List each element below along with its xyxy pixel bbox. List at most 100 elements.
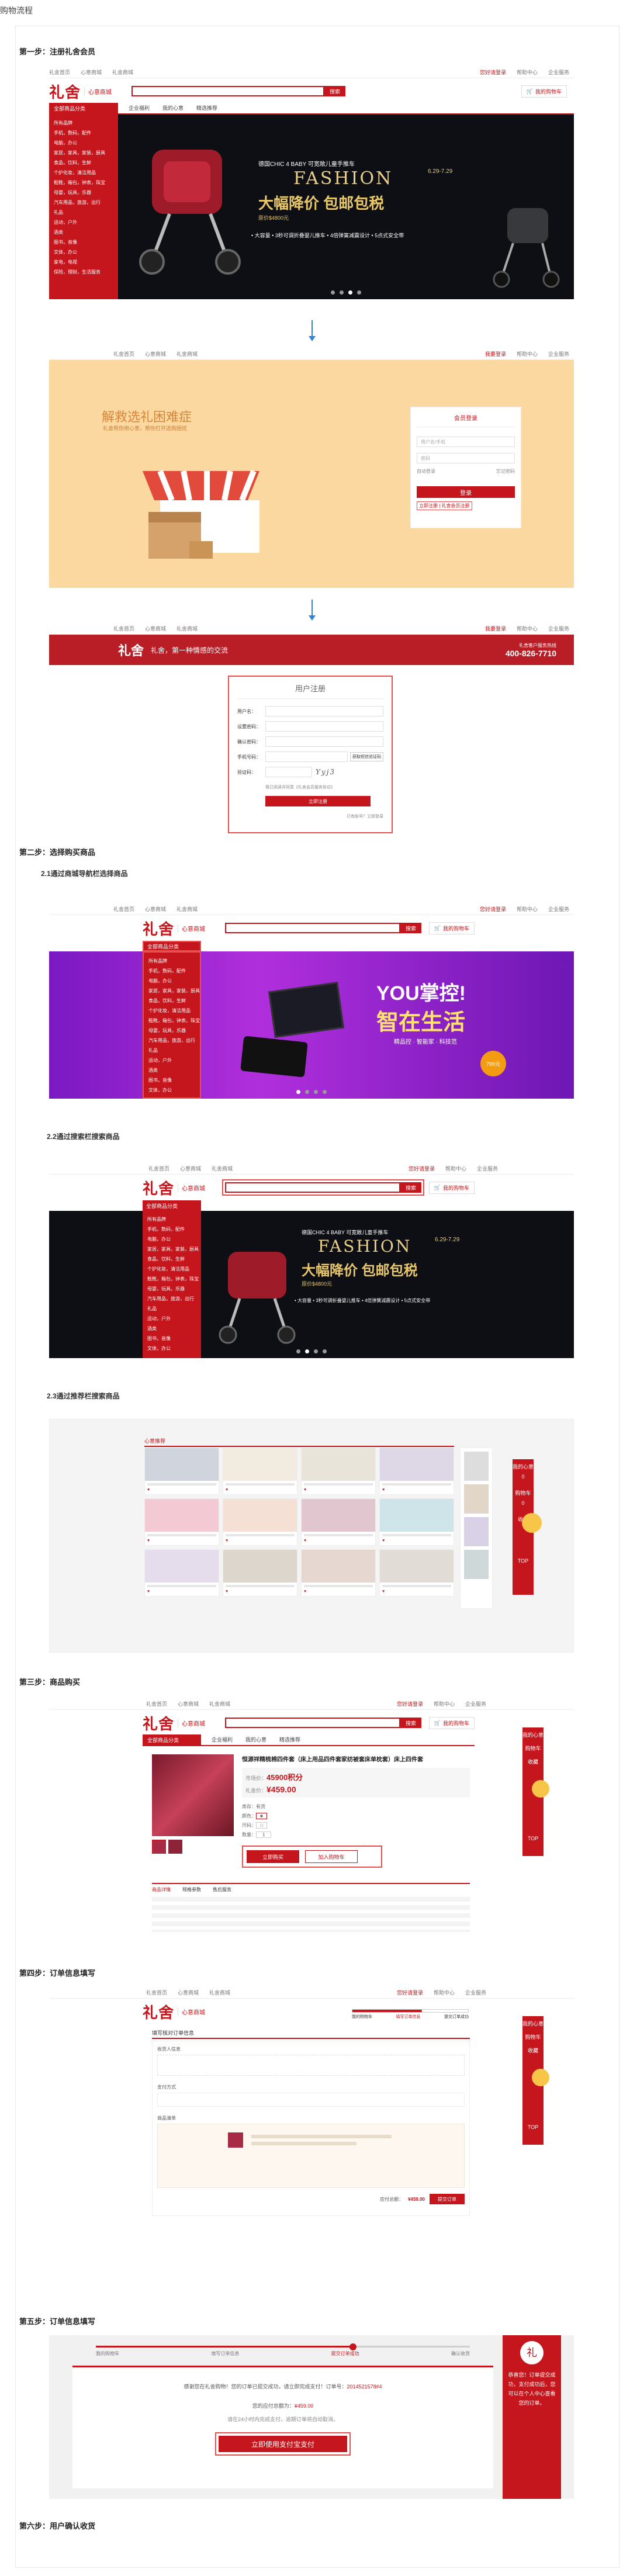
category-item[interactable]: 运动，户外 <box>54 217 118 227</box>
category-item[interactable]: 鞋靴，箱包，钟表，珠宝 <box>148 1016 200 1026</box>
product-card[interactable]: ♥ <box>301 1549 376 1597</box>
sidebar-favorites[interactable]: 收藏 <box>522 2047 544 2054</box>
product-card[interactable]: ♥ <box>301 1448 376 1495</box>
product-image[interactable] <box>223 1448 297 1481</box>
captcha-field[interactable] <box>265 767 312 777</box>
remember-checkbox[interactable]: 自动登录 <box>417 468 435 475</box>
buy-now-button[interactable]: 立即购买 <box>247 1850 299 1863</box>
sidebar-top[interactable]: TOP <box>522 1836 544 1841</box>
login-link[interactable]: 我要登录 <box>485 625 506 632</box>
topbar-link[interactable]: 企业服务 <box>465 1700 486 1708</box>
product-thumbnail[interactable] <box>168 1840 182 1854</box>
search-button[interactable]: 搜索 <box>324 86 346 96</box>
register-submit-button[interactable]: 立即注册 <box>265 796 371 806</box>
favorite-icon[interactable]: ♥ <box>145 1539 219 1545</box>
product-card[interactable]: ♥ <box>379 1448 454 1495</box>
topbar-link[interactable]: 企业服务 <box>465 1989 486 1996</box>
sidebar-my-gift[interactable]: 我的心意 <box>513 1463 534 1470</box>
to-login-link[interactable]: 已有账号？立即登录 <box>237 813 383 819</box>
password-field[interactable] <box>265 721 383 732</box>
product-card[interactable]: ♥ <box>301 1498 376 1546</box>
category-item[interactable]: 文体，办公 <box>54 247 118 257</box>
search-button[interactable]: 搜索 <box>400 1718 422 1728</box>
search-input[interactable] <box>225 1182 401 1193</box>
topbar-link[interactable]: 帮助中心 <box>434 1700 455 1708</box>
product-image[interactable] <box>302 1499 375 1532</box>
site-logo[interactable]: 礼舍 <box>49 81 81 102</box>
category-menu-toggle[interactable]: 全部商品分类 <box>49 103 118 113</box>
topbar-link[interactable]: 心意商城 <box>81 68 102 76</box>
category-item[interactable]: 汽车用品，旅游，出行 <box>147 1294 201 1304</box>
product-image[interactable] <box>380 1448 454 1481</box>
nav-item[interactable]: 企业福利 <box>212 1736 233 1743</box>
sidebar-top[interactable]: TOP <box>522 2124 544 2130</box>
username-input[interactable]: 用户名/手机 <box>417 437 515 447</box>
side-product-image[interactable] <box>464 1517 489 1546</box>
category-item[interactable]: 电脑，办公 <box>147 1234 201 1244</box>
site-logo[interactable]: 礼舍 <box>143 1712 174 1734</box>
topbar-link[interactable]: 帮助中心 <box>434 1989 455 1996</box>
category-item[interactable]: 图书，音像 <box>148 1075 200 1085</box>
category-item[interactable]: 酒类 <box>148 1065 200 1075</box>
topbar-link[interactable]: 礼舍商城 <box>176 905 198 913</box>
product-card[interactable]: ♥ <box>223 1498 297 1546</box>
category-item[interactable]: 母婴，玩具，乐器 <box>147 1284 201 1294</box>
cart-button[interactable]: 🛒 我的购物车 <box>521 85 567 98</box>
cart-button[interactable]: 🛒 我的购物车 <box>428 922 475 934</box>
category-item[interactable]: 汽车用品，旅游，出行 <box>54 198 118 207</box>
category-item[interactable]: 礼品 <box>147 1304 201 1314</box>
site-logo[interactable]: 礼舍 <box>143 2001 174 2023</box>
search-button[interactable]: 搜索 <box>400 923 422 933</box>
category-item[interactable]: 图书，音像 <box>54 237 118 247</box>
side-product-image[interactable] <box>464 1550 489 1579</box>
cart-button[interactable]: 🛒 我的购物车 <box>428 1181 475 1194</box>
phone-field[interactable] <box>265 752 348 762</box>
tab-service[interactable]: 售后服务 <box>213 1886 231 1893</box>
add-cart-button[interactable]: 加入购物车 <box>305 1850 358 1863</box>
tab-details[interactable]: 商品详情 <box>152 1886 171 1893</box>
site-logo[interactable]: 礼舍 <box>143 1177 174 1199</box>
search-button[interactable]: 搜索 <box>400 1182 422 1193</box>
topbar-link[interactable]: 帮助中心 <box>517 625 538 632</box>
nav-item[interactable]: 精选推荐 <box>196 104 217 112</box>
nav-item[interactable]: 精选推荐 <box>279 1736 300 1743</box>
cart-button[interactable]: 🛒 我的购物车 <box>428 1716 475 1729</box>
product-image[interactable] <box>145 1448 219 1481</box>
product-card[interactable]: ♥ <box>144 1549 219 1597</box>
product-thumbnail[interactable] <box>152 1840 166 1854</box>
topbar-link[interactable]: 心意商城 <box>178 1700 199 1708</box>
category-item[interactable]: 手机，数码，配件 <box>147 1224 201 1234</box>
category-item[interactable]: 电脑，办公 <box>148 976 200 986</box>
address-box[interactable] <box>157 2055 465 2076</box>
login-link[interactable]: 您好请登录 <box>409 1165 435 1172</box>
agree-checkbox[interactable]: 我已阅读并同意《礼舍会员服务协议》 <box>237 784 383 790</box>
category-item[interactable]: 酒类 <box>54 227 118 237</box>
favorite-icon[interactable]: ♥ <box>223 1539 297 1545</box>
category-item[interactable]: 所有品牌 <box>148 956 200 966</box>
topbar-link[interactable]: 礼舍首页 <box>146 1700 167 1708</box>
site-logo[interactable]: 礼舍 <box>118 640 144 659</box>
category-item[interactable]: 个护化妆，清洁用品 <box>147 1264 201 1274</box>
category-item[interactable]: 酒类 <box>147 1324 201 1334</box>
password-input[interactable]: 密码 <box>417 453 515 463</box>
tab-specs[interactable]: 规格参数 <box>182 1886 201 1893</box>
topbar-link[interactable]: 心意商城 <box>178 1989 199 1996</box>
product-card[interactable]: ♥ <box>144 1448 219 1495</box>
topbar-link[interactable]: 礼舍商城 <box>212 1165 233 1172</box>
category-item[interactable]: 所有品牌 <box>54 118 118 128</box>
topbar-link[interactable]: 帮助中心 <box>517 905 538 913</box>
product-card[interactable]: ♥ <box>144 1498 219 1546</box>
username-field[interactable] <box>265 706 383 716</box>
category-item[interactable]: 礼品 <box>54 207 118 217</box>
search-input[interactable] <box>131 86 325 96</box>
category-item[interactable]: 手机，数码，配件 <box>148 966 200 976</box>
topbar-link[interactable]: 帮助中心 <box>517 68 538 76</box>
topbar-link[interactable]: 心意商城 <box>145 905 166 913</box>
category-item[interactable]: 手机，数码，配件 <box>54 128 118 138</box>
product-image[interactable] <box>302 1448 375 1481</box>
color-option[interactable]: ■ <box>256 1813 267 1819</box>
product-main-image[interactable] <box>152 1754 234 1836</box>
topbar-link[interactable]: 企业服务 <box>477 1165 498 1172</box>
nav-item[interactable]: 我的心意 <box>162 104 184 112</box>
topbar-link[interactable]: 礼舍商城 <box>209 1700 230 1708</box>
